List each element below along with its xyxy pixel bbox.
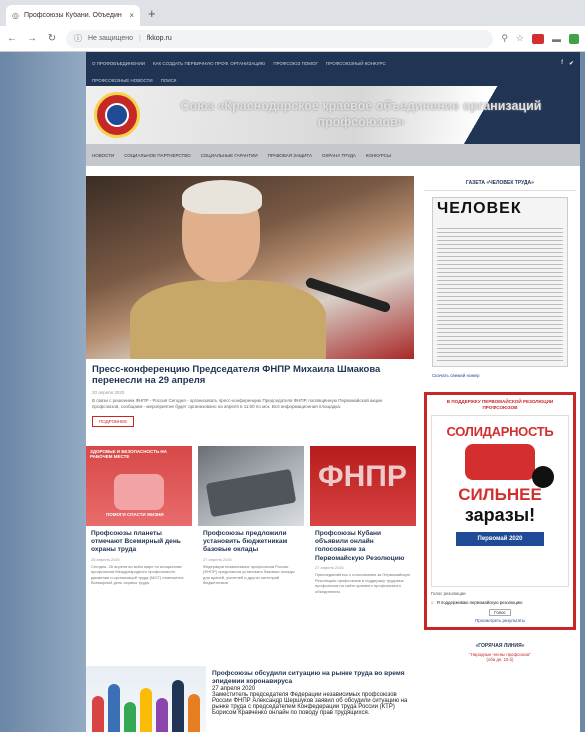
globe-icon: ◎	[12, 11, 19, 20]
newspaper-cover[interactable]: ЧЕЛОВЕК	[432, 197, 568, 367]
page-viewport: О ПРОФОБЪЕДИНЕНИИ КАК СОЗДАТЬ ПЕРВИЧНУЮ …	[0, 52, 585, 732]
menu-icon[interactable]: ▬	[552, 34, 561, 44]
nav-item[interactable]: СОЦИАЛЬНОЕ ПАРТНЕРСТВО	[124, 153, 190, 158]
social-icons: f ✔	[561, 60, 574, 67]
card-meta: 27 апреля 2020	[203, 556, 232, 562]
featured-excerpt: В связи с решением ФНПР - Россия Сегодня…	[92, 397, 383, 410]
virus-icon	[532, 465, 554, 488]
card-thumbnail[interactable]: ФНПР	[310, 446, 416, 526]
browser-tabbar: ◎ Профсоюзы Кубани. Объедин × +	[0, 0, 585, 26]
newspaper-widget-title: ГАЗЕТА «ЧЕЛОВЕК ТРУДА»	[424, 176, 576, 191]
reload-icon[interactable]: ↻	[46, 33, 58, 44]
site-container: О ПРОФОБЪЕДИНЕНИИ КАК СОЗДАТЬ ПЕРВИЧНУЮ …	[86, 52, 580, 732]
poll-poster[interactable]: СОЛИДАРНОСТЬ СИЛЬНЕЕ заразы! Первомай 20…	[431, 414, 569, 587]
newspaper-link[interactable]: Скачать свежий номер	[424, 373, 576, 378]
card-meta: 28 апреля 2020	[91, 556, 120, 562]
main-nav: НОВОСТИ СОЦИАЛЬНОЕ ПАРТНЕРСТВО СОЦИАЛЬНЫ…	[86, 144, 580, 166]
wide-title[interactable]: Профсоюзы обсудили ситуацию на рынке тру…	[212, 666, 414, 686]
poster-stronger: СИЛЬНЕЕ	[458, 484, 542, 504]
card-thumb-caption: ПОМОГИ СПАСТИ ЖИЗНИ	[106, 512, 164, 517]
news-card: ЗДОРОВЬЕ И БЕЗОПАСНОСТЬ НА РАБОЧЕМ МЕСТЕ…	[86, 446, 192, 587]
tab-title: Профсоюзы Кубани. Объедин	[23, 12, 122, 19]
divider: |	[139, 35, 141, 42]
main-content: Пресс-конференцию Председателя ФНПР Миха…	[86, 166, 580, 732]
read-more-button[interactable]: ПОДРОБНЕЕ	[92, 416, 135, 428]
site-title: Союз «Краснодарское краевое объединение …	[180, 99, 542, 129]
card-excerpt: Присоединяйтесь к голосованию за Первома…	[315, 571, 411, 594]
topmenu-item[interactable]: ПОИСК	[161, 78, 177, 83]
poster-may: Первомай 2020	[456, 531, 544, 546]
address-bar[interactable]: ⓘ Не защищено | fkkop.ru	[66, 29, 494, 48]
card-thumbnail[interactable]	[198, 446, 304, 526]
hotline-title: «ГОРЯЧАЯ ЛИНИЯ»	[475, 642, 525, 649]
results-link[interactable]: Просмотреть результаты	[431, 618, 569, 623]
topmenu-item[interactable]: ПРОФСОЮЗНЫЙ КОНКУРС	[326, 61, 386, 66]
poll-title: В ПОДДЕРЖКУ ПЕРВОМАЙСКОЙ РЕЗОЛЮЦИИ ПРОФС…	[446, 399, 554, 410]
fist-icon	[465, 443, 535, 480]
topmenu-item[interactable]: ПРОФСОЮЗНЫЕ НОВОСТИ	[92, 78, 153, 83]
zoom-icon[interactable]: ⚲	[501, 33, 508, 44]
card-title[interactable]: Профсоюзы Кубани объявили онлайн голосов…	[310, 526, 416, 563]
featured-meta: 20 апреля 2020	[92, 389, 125, 395]
vk-icon[interactable]: ✔	[569, 60, 574, 67]
new-tab-button[interactable]: +	[148, 6, 156, 21]
forward-arrow-icon[interactable]: →	[26, 33, 38, 44]
facebook-icon[interactable]: f	[561, 60, 563, 67]
news-card: ФНПР Профсоюзы Кубани объявили онлайн го…	[310, 446, 416, 595]
wide-excerpt: Заместитель председателя Федерации незав…	[212, 692, 408, 717]
nav-item[interactable]: ОХРАНА ТРУДА	[322, 153, 356, 158]
news-card: Профсоюзы предложили установить бюджетни…	[198, 446, 304, 587]
nav-item[interactable]: НОВОСТИ	[92, 153, 114, 158]
site-header: Союз «Краснодарское краевое объединение …	[86, 86, 580, 144]
profile-icon[interactable]	[569, 33, 579, 44]
card-thumbnail[interactable]: ЗДОРОВЬЕ И БЕЗОПАСНОСТЬ НА РАБОЧЕМ МЕСТЕ…	[86, 446, 192, 526]
card-thumb-logo: ФНПР	[318, 460, 407, 493]
poll-option-label: Я поддерживаю первомайскую резолюцию	[436, 599, 523, 605]
url-text: fkkop.ru	[146, 35, 172, 42]
vote-button[interactable]: Голос	[489, 608, 511, 616]
extension-icon[interactable]	[532, 33, 544, 44]
newspaper-name: ЧЕЛОВЕК	[437, 200, 522, 217]
back-arrow-icon[interactable]: ←	[6, 33, 18, 44]
nav-item[interactable]: КОНКУРСЫ	[366, 153, 391, 158]
topmenu-item[interactable]: КАК СОЗДАТЬ ПЕРВИЧНУЮ ПРОФ. ОРГАНИЗАЦИЮ	[153, 61, 265, 66]
security-label: Не защищено	[88, 35, 133, 42]
poll-option[interactable]: ○ Я поддерживаю первомайскую резолюцию	[431, 600, 569, 605]
card-title[interactable]: Профсоюзы планеты отмечают Всемирный ден…	[86, 526, 192, 555]
site-logo[interactable]	[94, 92, 140, 138]
card-thumb-banner: ЗДОРОВЬЕ И БЕЗОПАСНОСТЬ НА РАБОЧЕМ МЕСТЕ	[90, 449, 167, 459]
card-excerpt: Федерация независимых профсоюзов России …	[203, 563, 295, 586]
sidebar: ГАЗЕТА «ЧЕЛОВЕК ТРУДА» ЧЕЛОВЕК Скачать с…	[424, 176, 576, 662]
card-title[interactable]: Профсоюзы предложили установить бюджетни…	[198, 526, 304, 555]
featured-article: Пресс-конференцию Председателя ФНПР Миха…	[86, 176, 414, 440]
hotline-line: (оба дн. 10 б)	[486, 656, 514, 662]
poster-solidarity: СОЛИДАРНОСТЬ	[446, 423, 554, 439]
top-menu-row2: ПРОФСОЮЗНЫЕ НОВОСТИ ПОИСК	[86, 74, 580, 86]
top-menu: О ПРОФОБЪЕДИНЕНИИ КАК СОЗДАТЬ ПЕРВИЧНУЮ …	[86, 52, 580, 74]
featured-photo[interactable]	[86, 176, 414, 359]
topmenu-item[interactable]: О ПРОФОБЪЕДИНЕНИИ	[92, 61, 145, 66]
topmenu-item[interactable]: ПРОФСОЮЗ ПОМОГ	[273, 61, 318, 66]
close-icon[interactable]: ×	[129, 11, 134, 20]
poll-widget: В ПОДДЕРЖКУ ПЕРВОМАЙСКОЙ РЕЗОЛЮЦИИ ПРОФС…	[424, 392, 576, 630]
card-excerpt: Сегодня, 28 апреля во всём мире по иници…	[91, 563, 184, 586]
star-icon[interactable]: ☆	[516, 33, 524, 44]
browser-toolbar: ← → ↻ ⓘ Не защищено | fkkop.ru ⚲ ☆ ▬	[0, 26, 585, 52]
poll-line: Голос резолюции	[431, 590, 466, 596]
poster-virus: заразы!	[464, 504, 536, 525]
radio-icon[interactable]: ○	[431, 600, 434, 605]
hotline-widget: «ГОРЯЧАЯ ЛИНИЯ» "Народные члены профсоюз…	[424, 640, 576, 662]
nav-item[interactable]: ПРАВОВАЯ ЗАЩИТА	[268, 153, 312, 158]
nav-item[interactable]: СОЦИАЛЬНЫЕ ГАРАНТИИ	[201, 153, 258, 158]
browser-tab[interactable]: ◎ Профсоюзы Кубани. Объедин ×	[6, 5, 140, 26]
wide-thumbnail[interactable]	[86, 666, 206, 732]
card-meta: 27 апреля 2020	[315, 564, 344, 570]
featured-title[interactable]: Пресс-конференцию Председателя ФНПР Миха…	[86, 359, 414, 387]
info-icon[interactable]: ⓘ	[74, 33, 82, 44]
wide-article: Профсоюзы обсудили ситуацию на рынке тру…	[86, 666, 414, 732]
